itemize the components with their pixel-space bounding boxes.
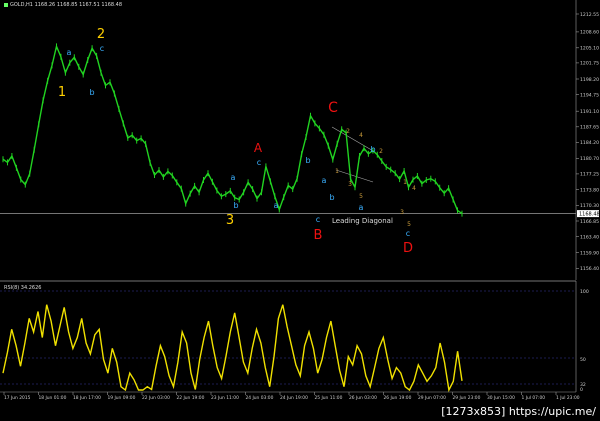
wave-label: 1 [403,179,407,186]
time-tick-label: 24 Jun 03:00 [246,395,274,401]
rsi-tick-label: 50 [580,357,586,363]
wave-label: 5 [359,193,363,200]
time-tick-label: 26 Jun 19:00 [384,395,412,401]
price-tick-label: 1201.75 [580,61,599,67]
time-tick-label: 23 Jun 11:00 [211,395,239,401]
time-tick-label: 18 Jun 01:00 [39,395,67,401]
rsi-tick-label: 100 [580,289,589,295]
chart-canvas[interactable]: 123ABCDa cbab ac bacbbac1234521345 Leading … [0,0,600,421]
time-axis: 17 Jun 2015 18 Jun 01:00 18 Jun 17:00 19 Ju… [0,391,580,401]
price-tick-label: 1156.40 [580,266,599,272]
time-tick-label: 30 Jun 15:00 [487,395,515,401]
wave-label: a [359,203,364,212]
price-tick-label: 1212.55 [580,12,599,18]
time-tick-label: 29 Jun 23:00 [453,395,481,401]
wave-label: c [316,215,320,224]
price-tick-label: 1180.70 [580,156,599,162]
price-tick-label: 1159.90 [580,250,599,256]
wave-label: a [231,173,236,182]
wave-label: D [403,241,413,256]
rsi-tick-label: 0 [580,387,583,393]
time-tick-label: 17 Jun 2015 [4,395,31,401]
time-tick-label: 1 Jul 07:00 [522,395,546,401]
rsi-panel[interactable]: 10050320 [0,281,589,393]
time-tick-label: 25 Jun 11:00 [315,395,343,401]
wave-label: 2 [346,128,350,135]
watermark: [1273x853] https://upic.me/ [441,405,596,418]
price-axis: 1212.55 1208.60 1205.10 1201.75 1198.20 1194.… [575,0,600,280]
time-tick-label: 26 Jun 03:00 [349,395,377,401]
price-ticks: 1212.55 1208.60 1205.10 1201.75 1198.20 1194.… [576,12,599,272]
rsi-header: RSI(8) 34.2626 [4,285,42,291]
wave-label: 5 [407,221,411,228]
price-tick-label: 1191.10 [580,109,599,115]
chart-header-text: GOLD,H1 1168.26 1168.85 1167.51 1168.48 [10,2,123,8]
rsi-ticks: 10050320 [580,289,589,393]
price-tick-label: 1166.85 [580,219,599,225]
price-tick-label: 1208.60 [580,30,599,36]
time-tick-label: 29 Jun 07:00 [418,395,446,401]
time-tick-label: 1 Jul 23:00 [556,395,580,401]
wave-label: b [305,156,310,165]
wave-label: 2 [379,148,383,155]
time-tick-label: 22 Jun 03:00 [142,395,170,401]
time-tick-label: 22 Jun 19:00 [177,395,205,401]
wave-label: b [370,145,375,154]
wave-label: 4 [359,132,363,139]
wave-label: b [329,193,334,202]
wave-label: a [274,201,279,210]
wave-label: a [67,48,72,57]
time-ticks: 17 Jun 2015 18 Jun 01:00 18 Jun 17:00 19 Ju… [3,392,580,401]
price-tick-label: 1173.80 [580,187,599,193]
price-tick-label: 1184.20 [580,140,599,146]
wave-label: C [328,100,338,116]
chart-symbol-icon [4,2,8,7]
current-price-tag-text: 1168.48 [579,211,600,217]
wave-label: b [89,88,94,97]
wave-label: c [257,158,261,167]
wave-label: 2 [97,27,105,42]
wave-label: c [100,44,104,53]
price-tick-label: 1187.65 [580,125,599,131]
wave-label: a [322,176,327,185]
price-panel-bg [0,0,576,280]
wave-label: c [406,229,410,238]
price-tick-label: 1177.25 [580,172,599,178]
wave-label: 1 [335,168,339,175]
time-tick-label: 19 Jun 09:00 [108,395,136,401]
time-tick-label: 24 Jun 19:00 [280,395,308,401]
price-tick-label: 1170.30 [580,203,599,209]
price-tick-label: 1198.20 [580,77,599,83]
wave-label: 4 [412,185,416,192]
chart-header: GOLD,H1 1168.26 1168.85 1167.51 1168.48 [4,2,122,8]
wave-label: 3 [400,209,404,216]
wave-label: 3 [226,213,234,228]
wave-label: A [254,141,263,155]
wave-label: 3 [348,181,352,188]
leading-diagonal-label: Leading Diagonal [332,217,393,225]
price-tick-label: 1194.75 [580,92,599,98]
wave-label: 1 [58,85,66,100]
time-tick-label: 18 Jun 17:00 [73,395,101,401]
price-tick-label: 1205.10 [580,46,599,52]
rsi-series-line [2,304,463,393]
price-tick-label: 1163.40 [580,235,599,241]
wave-label: B [314,228,323,243]
wave-label: b [233,201,238,210]
price-panel[interactable]: 123ABCDa cbab ac bacbbac1234521345 Leading … [0,0,576,280]
